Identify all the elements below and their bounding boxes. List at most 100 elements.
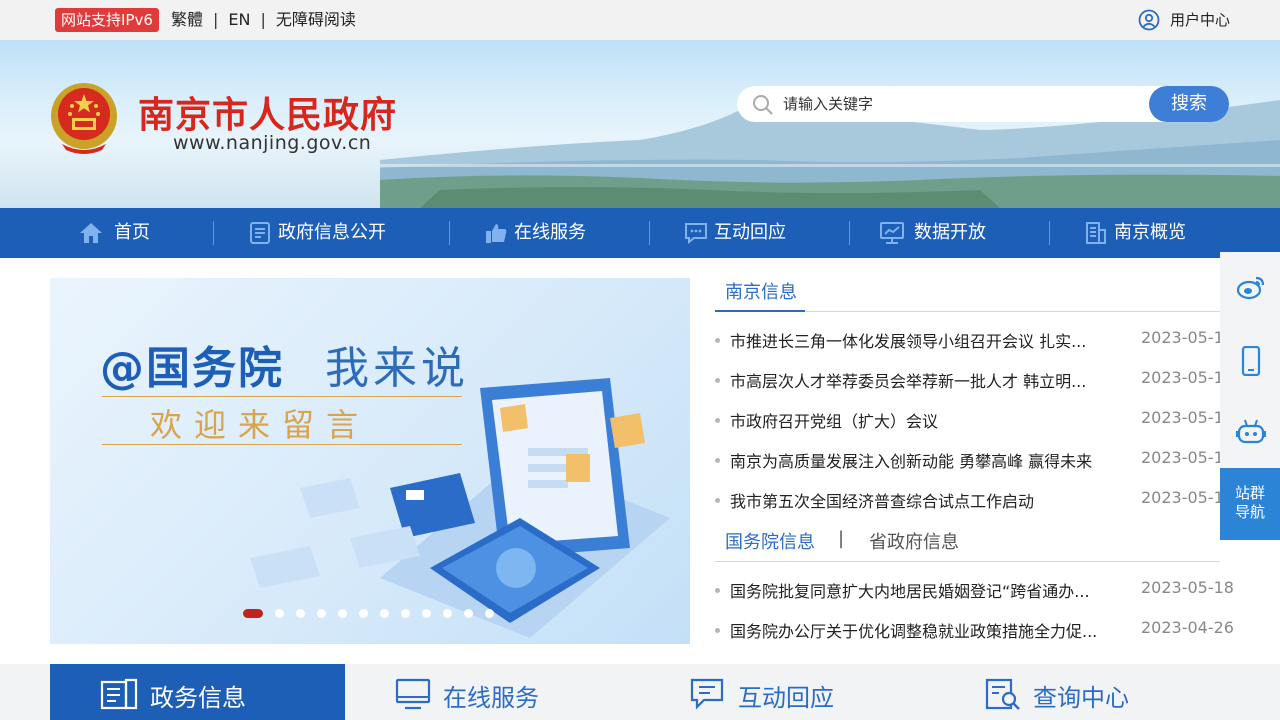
news-date: 2023-05-1	[1141, 488, 1220, 507]
bullet	[715, 338, 720, 343]
nav-item-nanjing-overview[interactable]: 南京概览	[1084, 208, 1224, 258]
news-date: 2023-04-26	[1141, 618, 1234, 637]
news-icon	[100, 678, 138, 710]
bullet	[715, 418, 720, 423]
carousel-dot[interactable]	[443, 609, 452, 618]
nav-item-gov-info[interactable]: 政府信息公开	[248, 208, 428, 258]
list-item[interactable]: 市推进长三角一体化发展领导小组召开会议 扎实... 2023-05-1	[715, 328, 1220, 352]
traditional-chinese-link[interactable]: 繁體	[171, 10, 203, 29]
carousel-dot[interactable]	[401, 609, 410, 618]
building-icon	[1086, 222, 1106, 244]
weibo-button[interactable]	[1220, 252, 1280, 324]
nav-item-interaction[interactable]: 互动回应	[684, 208, 824, 258]
nav-label: 在线服务	[514, 222, 586, 243]
carousel-dot[interactable]	[317, 609, 326, 618]
nav-item-online-service[interactable]: 在线服务	[484, 208, 624, 258]
carousel-dot[interactable]	[422, 609, 431, 618]
site-name: 南京市人民政府	[138, 94, 398, 136]
search-doc-icon	[985, 678, 1020, 710]
nav-divider	[849, 221, 850, 245]
user-center-link[interactable]: 用户中心	[1138, 8, 1230, 32]
nav-label: 互动回应	[714, 222, 786, 243]
separator: |	[260, 10, 266, 29]
tab-online-service[interactable]: 在线服务	[345, 664, 640, 720]
bullet	[715, 498, 720, 503]
accessibility-link[interactable]: 无障碍阅读	[276, 10, 356, 29]
bullet	[715, 378, 720, 383]
english-link[interactable]: EN	[228, 10, 250, 29]
tab-query-center[interactable]: 查询中心	[935, 664, 1230, 720]
nav-divider	[449, 221, 450, 245]
news-title[interactable]: 市高层次人才举荐委员会举荐新一批人才 韩立明...	[730, 368, 1110, 392]
robot-button[interactable]	[1220, 396, 1280, 468]
list-item[interactable]: 我市第五次全国经济普查综合试点工作启动 2023-05-1	[715, 488, 1220, 512]
news-title[interactable]: 南京为高质量发展注入创新动能 勇攀高峰 赢得未来	[730, 448, 1110, 472]
nav-label: 南京概览	[1114, 222, 1186, 243]
search-input[interactable]	[783, 92, 1133, 116]
banner-subtitle: 欢迎来留言	[150, 406, 371, 444]
thumbs-up-icon	[486, 224, 507, 243]
news-title[interactable]: 我市第五次全国经济普查综合试点工作启动	[730, 488, 1110, 512]
carousel-dot[interactable]	[359, 609, 368, 618]
tab-interaction[interactable]: 互动回应	[640, 664, 935, 720]
mobile-button[interactable]	[1220, 324, 1280, 396]
banner-title: @国务院	[100, 343, 284, 394]
carousel-dot[interactable]	[380, 609, 389, 618]
nav-label: 数据开放	[914, 222, 986, 243]
list-item[interactable]: 南京为高质量发展注入创新动能 勇攀高峰 赢得未来 2023-05-1	[715, 448, 1220, 472]
nav-item-open-data[interactable]: 数据开放	[879, 208, 1019, 258]
bullet	[715, 458, 720, 463]
list-item[interactable]: 国务院办公厅关于优化调整稳就业政策措施全力促... 2023-04-26	[715, 618, 1235, 642]
banner-title-secondary: 我来说	[325, 343, 469, 394]
carousel-dot[interactable]	[243, 609, 263, 618]
tab-separator: |	[838, 528, 845, 549]
news-date: 2023-05-1	[1141, 448, 1220, 467]
top-links: 繁體 | EN | 无障碍阅读	[171, 8, 356, 32]
site-url: www.nanjing.gov.cn	[173, 132, 372, 154]
banner-carousel[interactable]: @国务院 我来说 欢迎来留言	[50, 278, 690, 644]
chat-icon	[685, 223, 707, 245]
tab-label: 互动回应	[738, 684, 834, 712]
search-icon	[753, 95, 773, 115]
search-box: 搜索	[737, 86, 1229, 122]
carousel-dot[interactable]	[338, 609, 347, 618]
bullet	[715, 628, 720, 633]
carousel-dot[interactable]	[485, 609, 494, 618]
main-nav: 首页 政府信息公开 在线服务 互动回应 数据开放 南京概览	[0, 208, 1280, 258]
site-group-nav-button[interactable]: 站群导航	[1220, 468, 1280, 540]
message-icon	[690, 678, 724, 710]
national-emblem-icon	[51, 83, 117, 154]
bottom-tabbar: 政务信息 在线服务 互动回应 查询中心	[0, 664, 1280, 720]
list-item[interactable]: 市高层次人才举荐委员会举荐新一批人才 韩立明... 2023-05-1	[715, 368, 1220, 392]
carousel-dot[interactable]	[275, 609, 284, 618]
news-date: 2023-05-1	[1141, 328, 1220, 347]
nav-item-home[interactable]: 首页	[78, 208, 198, 258]
tab-nanjing-info[interactable]: 南京信息	[725, 278, 797, 304]
robot-icon	[1236, 419, 1266, 444]
user-icon	[1138, 9, 1160, 31]
banner-divider	[102, 444, 462, 445]
news-tabbar: 南京信息	[715, 270, 1220, 312]
nav-divider	[1049, 221, 1050, 245]
tab-government-info[interactable]: 政务信息	[50, 664, 345, 720]
tab-province-info[interactable]: 省政府信息	[869, 528, 959, 554]
news-title[interactable]: 国务院批复同意扩大内地居民婚姻登记“跨省通办...	[730, 578, 1110, 602]
carousel-dot[interactable]	[296, 609, 305, 618]
user-center-label: 用户中心	[1169, 11, 1230, 29]
search-button[interactable]: 搜索	[1149, 86, 1229, 122]
news-panel-nanjing: 南京信息 市推进长三角一体化发展领导小组召开会议 扎实... 2023-05-1…	[715, 270, 1220, 520]
banner-divider	[102, 396, 462, 397]
tab-label: 查询中心	[1033, 684, 1129, 712]
news-title[interactable]: 市政府召开党组（扩大）会议	[730, 408, 1110, 432]
news-title[interactable]: 国务院办公厅关于优化调整稳就业政策措施全力促...	[730, 618, 1110, 642]
carousel-dot[interactable]	[464, 609, 473, 618]
news-title[interactable]: 市推进长三角一体化发展领导小组召开会议 扎实...	[730, 328, 1110, 352]
tab-label: 政务信息	[150, 684, 246, 712]
list-item[interactable]: 国务院批复同意扩大内地居民婚姻登记“跨省通办... 2023-05-18	[715, 578, 1235, 602]
home-icon	[80, 223, 102, 243]
computer-icon	[395, 678, 431, 710]
tab-state-council-info[interactable]: 国务院信息	[725, 528, 815, 554]
news-date: 2023-05-18	[1141, 578, 1234, 597]
nav-label: 政府信息公开	[278, 222, 386, 243]
list-item[interactable]: 市政府召开党组（扩大）会议 2023-05-1	[715, 408, 1220, 432]
